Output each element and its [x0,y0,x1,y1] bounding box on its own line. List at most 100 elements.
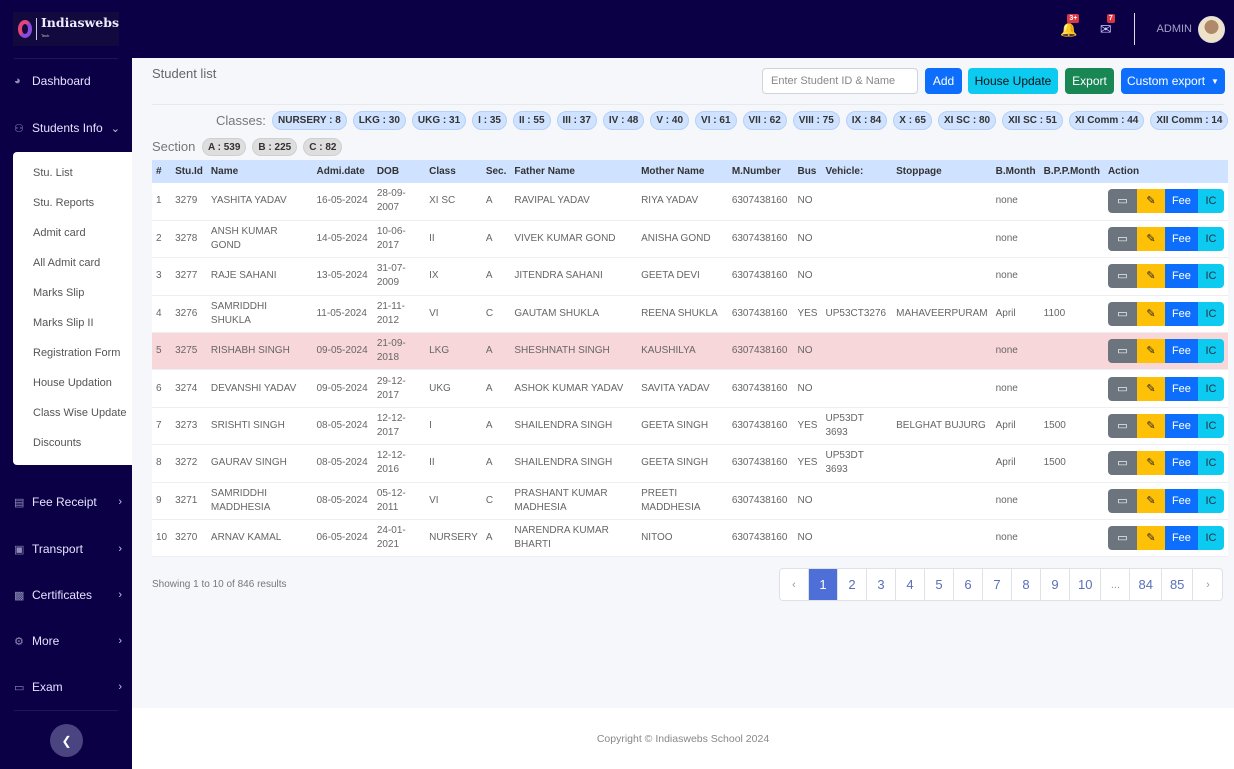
page-link[interactable]: 9 [1041,569,1070,600]
avatar[interactable] [1198,15,1225,43]
prev-page-button[interactable]: ‹ [780,569,809,600]
view-button[interactable]: ▭ [1107,488,1137,513]
view-button[interactable]: ▭ [1107,227,1137,252]
custom-export-dropdown[interactable]: Custom export ▼ [1121,68,1225,94]
class-chip[interactable]: IV : 48 [602,111,645,130]
page-link[interactable]: 10 [1070,569,1102,600]
submenu-item-house-updation[interactable]: House Updation [33,377,112,389]
add-button[interactable]: Add [925,68,962,94]
edit-button[interactable]: ✎ [1136,526,1165,551]
ic-button[interactable]: IC [1197,339,1224,364]
class-chip[interactable]: I : 35 [472,111,507,130]
class-chip[interactable]: XII SC : 51 [1002,111,1063,130]
page-link[interactable]: 85 [1162,569,1194,600]
submenu-item-registration-form[interactable]: Registration Form [33,347,120,359]
section-chip[interactable]: B : 225 [252,138,298,156]
class-chip[interactable]: VIII : 75 [792,111,840,130]
page-link[interactable]: 4 [896,569,925,600]
view-button[interactable]: ▭ [1107,376,1137,401]
fee-button[interactable]: Fee [1164,339,1198,364]
class-chip[interactable]: IX : 84 [845,111,888,130]
section-chip[interactable]: A : 539 [202,138,247,156]
ic-button[interactable]: IC [1197,227,1224,252]
sidebar-item-certificates[interactable]: ▩ Certificates › [14,588,122,602]
view-button[interactable]: ▭ [1107,264,1137,289]
sidebar-item-more[interactable]: ⚙ More › [14,634,122,648]
class-chip[interactable]: VI : 61 [695,111,737,130]
page-link[interactable]: 84 [1130,569,1162,600]
submenu-item-class-wise-update[interactable]: Class Wise Update [33,407,127,419]
submenu-item-stu-list[interactable]: Stu. List [33,167,73,179]
ic-button[interactable]: IC [1197,414,1224,439]
sidebar-item-exam[interactable]: ▭ Exam › [14,680,122,694]
page-link[interactable]: 7 [983,569,1012,600]
sidebar-item-transport[interactable]: ▣ Transport › [14,542,122,556]
fee-button[interactable]: Fee [1164,189,1198,214]
house-update-button[interactable]: House Update [968,68,1058,94]
edit-button[interactable]: ✎ [1136,339,1165,364]
next-page-button[interactable]: › [1193,569,1222,600]
view-button[interactable]: ▭ [1107,451,1137,476]
submenu-item-admit-card[interactable]: Admit card [33,227,86,239]
edit-button[interactable]: ✎ [1136,227,1165,252]
sidebar-item-dashboard[interactable]: ◕ Dashboard [14,74,122,88]
fee-button[interactable]: Fee [1164,376,1198,401]
page-link[interactable]: 1 [809,569,838,600]
submenu-item-stu-reports[interactable]: Stu. Reports [33,197,94,209]
user-label[interactable]: ADMIN [1157,23,1192,35]
notifications-button[interactable]: 🔔 3+ [1060,13,1080,38]
page-link[interactable]: 3 [867,569,896,600]
fee-button[interactable]: Fee [1164,451,1198,476]
class-chip[interactable]: UKG : 31 [411,111,467,130]
submenu-item-discounts[interactable]: Discounts [33,437,81,449]
view-button[interactable]: ▭ [1107,189,1137,214]
student-search-input[interactable] [762,68,918,94]
submenu-item-marks-slip-ii[interactable]: Marks Slip II [33,317,94,329]
view-button[interactable]: ▭ [1107,414,1137,439]
fee-button[interactable]: Fee [1164,526,1198,551]
class-chip[interactable]: XII Comm : 14 [1150,111,1229,130]
submenu-item-all-admit-card[interactable]: All Admit card [33,257,100,269]
section-chip[interactable]: C : 82 [303,138,343,156]
class-chip[interactable]: VII : 62 [742,111,787,130]
class-chip[interactable]: X : 65 [893,111,932,130]
messages-button[interactable]: ✉ 7 [1100,13,1115,38]
ic-button[interactable]: IC [1197,451,1224,476]
ic-button[interactable]: IC [1197,264,1224,289]
export-button[interactable]: Export [1065,68,1114,94]
view-button[interactable]: ▭ [1107,301,1137,326]
ic-button[interactable]: IC [1197,526,1224,551]
page-link[interactable]: 5 [925,569,954,600]
page-link[interactable]: 2 [838,569,867,600]
class-chip[interactable]: NURSERY : 8 [272,111,347,130]
fee-button[interactable]: Fee [1164,301,1198,326]
class-chip[interactable]: II : 55 [512,111,551,130]
class-chip[interactable]: III : 37 [556,111,597,130]
page-link[interactable]: 6 [954,569,983,600]
sidebar-collapse-button[interactable]: ❮ [50,724,83,757]
edit-button[interactable]: ✎ [1136,488,1165,513]
edit-button[interactable]: ✎ [1136,301,1165,326]
class-chip[interactable]: V : 40 [650,111,690,130]
ic-button[interactable]: IC [1197,376,1224,401]
fee-button[interactable]: Fee [1164,264,1198,289]
fee-button[interactable]: Fee [1164,414,1198,439]
ic-button[interactable]: IC [1197,189,1224,214]
sidebar-item-students-info[interactable]: ⚇ Students Info ⌄ [14,121,122,135]
class-chip[interactable]: LKG : 30 [352,111,406,130]
edit-button[interactable]: ✎ [1136,376,1165,401]
class-chip[interactable]: XI SC : 80 [937,111,997,130]
brand-logo[interactable]: Indiaswebs Tech [13,12,119,46]
page-link[interactable]: 8 [1012,569,1041,600]
fee-button[interactable]: Fee [1164,488,1198,513]
edit-button[interactable]: ✎ [1136,414,1165,439]
ic-button[interactable]: IC [1197,301,1224,326]
ic-button[interactable]: IC [1197,488,1224,513]
fee-button[interactable]: Fee [1164,227,1198,252]
view-button[interactable]: ▭ [1107,526,1137,551]
class-chip[interactable]: XI Comm : 44 [1068,111,1145,130]
sidebar-item-fee-receipt[interactable]: ▤ Fee Receipt › [14,495,122,509]
submenu-item-marks-slip[interactable]: Marks Slip [33,287,84,299]
view-button[interactable]: ▭ [1107,339,1137,364]
edit-button[interactable]: ✎ [1136,264,1165,289]
